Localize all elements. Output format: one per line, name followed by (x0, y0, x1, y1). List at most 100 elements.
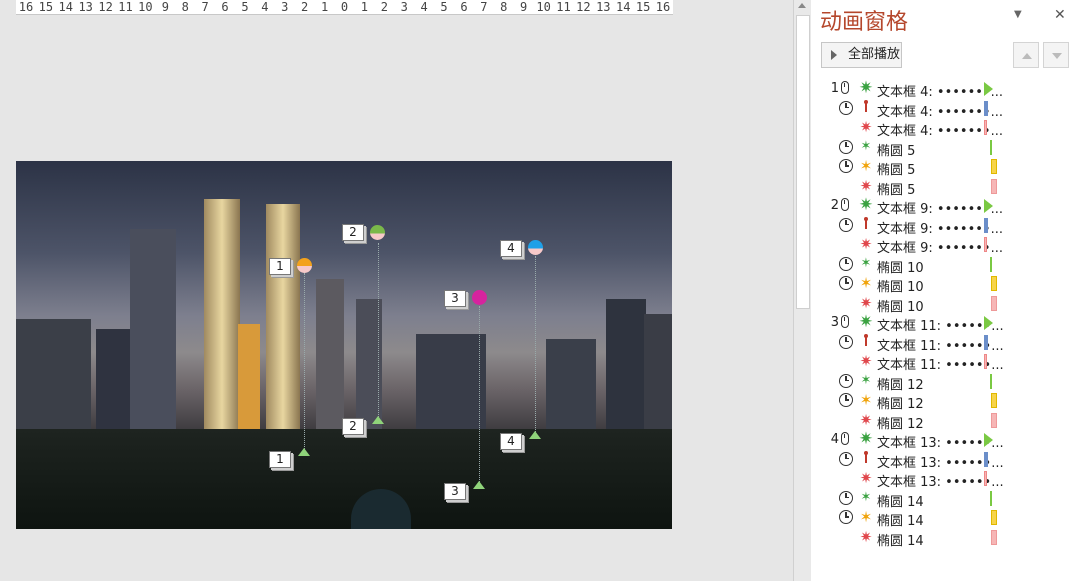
animation-list-item[interactable]: 文本框 13: ••••••... (811, 450, 1080, 471)
ruler-tick-label: 11 (118, 0, 133, 14)
timeline-bar[interactable] (984, 120, 987, 135)
animation-list-item[interactable]: 文本框 4: •••••••... (811, 99, 1080, 120)
animation-list-item[interactable]: ✶ 椭圆 14 (811, 489, 1080, 510)
timeline-bar[interactable] (991, 178, 997, 194)
animation-item-label: 椭圆 5 (877, 163, 916, 178)
animation-item-label: 椭圆 5 (877, 143, 916, 159)
animation-tag-end-2[interactable]: 2 (342, 418, 364, 435)
exit-effect-star-icon: ✷ (859, 410, 873, 429)
animation-list-item[interactable]: ✶ 椭圆 14 (811, 508, 1080, 529)
animation-list-item[interactable]: ✶ 椭圆 5 (811, 157, 1080, 178)
close-icon[interactable]: ✕ (1054, 7, 1066, 23)
animation-item-label: 椭圆 10 (877, 299, 924, 315)
dropdown-arrow-icon[interactable]: ▼ (1014, 9, 1022, 20)
animation-list-item[interactable]: ✶ 椭圆 10 (811, 274, 1080, 295)
slide-canvas[interactable]: 1 2 3 4 1 2 3 4 (16, 161, 672, 529)
animation-tag-start-4[interactable]: 4 (500, 240, 522, 257)
animation-list-item[interactable]: ✷ 文本框 13: ••••••... (811, 469, 1080, 490)
ruler-tick-label: 16 (18, 0, 34, 14)
motion-path-1 (304, 273, 305, 451)
animation-tag-start-2[interactable]: 2 (342, 224, 364, 241)
ruler-tick-label: 15 (38, 0, 54, 14)
animation-list-item[interactable]: ✷ 椭圆 10 (811, 294, 1080, 315)
timeline-bar[interactable] (984, 237, 987, 252)
timeline-bar[interactable] (991, 159, 997, 174)
animation-list-item[interactable]: ✶ 椭圆 12 (811, 372, 1080, 393)
emphasis-effect-star-icon: ✶ (859, 391, 873, 409)
timeline-bar[interactable] (990, 490, 992, 506)
animation-list-item[interactable]: 文本框 9: •••••••... (811, 216, 1080, 237)
path-end-triangle-icon (372, 416, 384, 424)
ruler-tick-label: 16 (655, 0, 671, 14)
scroll-up-arrow-icon[interactable] (798, 3, 806, 8)
animation-list-item[interactable]: ✶ 椭圆 12 (811, 391, 1080, 412)
exit-effect-star-icon: ✷ (859, 235, 873, 253)
animation-list-item[interactable]: ✶ 椭圆 10 (811, 255, 1080, 276)
move-up-button[interactable] (1013, 42, 1039, 68)
path-end-triangle-icon (473, 481, 485, 489)
timeline-bar[interactable] (991, 295, 997, 311)
animation-list-item[interactable]: ✷ 椭圆 14 (811, 528, 1080, 549)
timeline-bar[interactable] (991, 393, 997, 408)
animation-list-item[interactable]: ✷ 文本框 9: •••••••... (811, 235, 1080, 256)
ruler-tick-label: 3 (400, 0, 408, 14)
timeline-bar[interactable] (990, 139, 992, 155)
timeline-bar[interactable] (991, 412, 997, 428)
on-click-mouse-icon (841, 315, 849, 328)
animation-list-item[interactable]: 文本框 11: ••••••... (811, 333, 1080, 354)
animation-list-item[interactable]: 4 ✷ 文本框 13: ••••••... (811, 429, 1080, 451)
after-previous-clock-icon (839, 159, 853, 173)
animation-list-item[interactable]: 3 ✷ 文本框 11: ••••••... (811, 313, 1080, 334)
entrance-effect-star-icon: ✷ (858, 429, 874, 449)
animation-list-item[interactable]: 1 ✷ 文本框 4: •••••••... (811, 79, 1080, 100)
entrance-effect-small-star-icon: ✶ (860, 489, 872, 505)
entrance-effect-small-star-icon: ✶ (860, 138, 872, 154)
path-end-triangle-icon (529, 431, 541, 439)
timeline-play-bar[interactable] (984, 316, 993, 330)
animation-list-item[interactable]: ✷ 文本框 4: •••••••... (811, 118, 1080, 139)
animation-list-item[interactable]: ✷ 椭圆 12 (811, 410, 1080, 432)
animation-list-item[interactable]: ✷ 文本框 11: ••••••... (811, 352, 1080, 373)
timeline-bar[interactable] (984, 100, 988, 116)
vertical-scrollbar[interactable] (793, 0, 811, 581)
timeline-bar[interactable] (991, 529, 997, 545)
after-previous-clock-icon (839, 451, 853, 466)
animation-list-item[interactable]: ✷ 椭圆 5 (811, 177, 1080, 198)
animation-tag-start-3[interactable]: 3 (444, 290, 466, 307)
orange-circle-marker-icon (297, 258, 312, 273)
animation-list-item[interactable]: ✶ 椭圆 5 (811, 138, 1080, 159)
timeline-bar[interactable] (984, 354, 987, 369)
animation-item-label: 椭圆 5 (877, 182, 916, 198)
animation-tag-end-3[interactable]: 3 (444, 483, 466, 500)
timeline-bar[interactable] (984, 217, 988, 233)
ruler-tick-label: 10 (536, 0, 551, 14)
after-previous-clock-icon (839, 373, 853, 388)
timeline-bar[interactable] (990, 256, 992, 272)
ruler-tick-label: 4 (261, 0, 269, 14)
ruler-tick-label: 12 (98, 0, 113, 14)
animation-tag-end-1[interactable]: 1 (269, 451, 291, 468)
animation-list-item[interactable]: 2 ✷ 文本框 9: •••••••... (811, 196, 1080, 217)
ruler-tick-label: 9 (161, 0, 169, 14)
emphasis-effect-star-icon: ✶ (859, 274, 873, 292)
horizontal-ruler: 16 15 14 13 12 11 10 9 8 7 6 5 4 3 2 1 0 1 2 3 4 5 6 7 8 9 10 11 12 1… (16, 0, 673, 15)
ruler-tick-label: 9 (520, 0, 528, 14)
timeline-bar[interactable] (984, 334, 988, 350)
timeline-play-bar[interactable] (984, 433, 993, 447)
move-down-button[interactable] (1043, 42, 1069, 68)
timeline-play-bar[interactable] (984, 199, 993, 213)
timeline-bar[interactable] (984, 451, 988, 467)
timeline-bar[interactable] (991, 276, 997, 291)
ruler-tick-label: 5 (241, 0, 249, 14)
animation-tag-start-1[interactable]: 1 (269, 258, 291, 275)
timeline-bar[interactable] (991, 510, 997, 525)
timeline-bar[interactable] (990, 373, 992, 389)
animation-item-label: 椭圆 12 (877, 377, 924, 393)
exit-effect-star-icon: ✷ (859, 118, 873, 136)
timeline-play-bar[interactable] (984, 82, 993, 96)
animation-tag-end-4[interactable]: 4 (500, 433, 522, 450)
timeline-bar[interactable] (984, 471, 987, 486)
scrollbar-thumb[interactable] (796, 15, 810, 309)
sequence-number: 4 (830, 432, 839, 447)
play-all-button[interactable]: 全部播放 (821, 42, 902, 68)
